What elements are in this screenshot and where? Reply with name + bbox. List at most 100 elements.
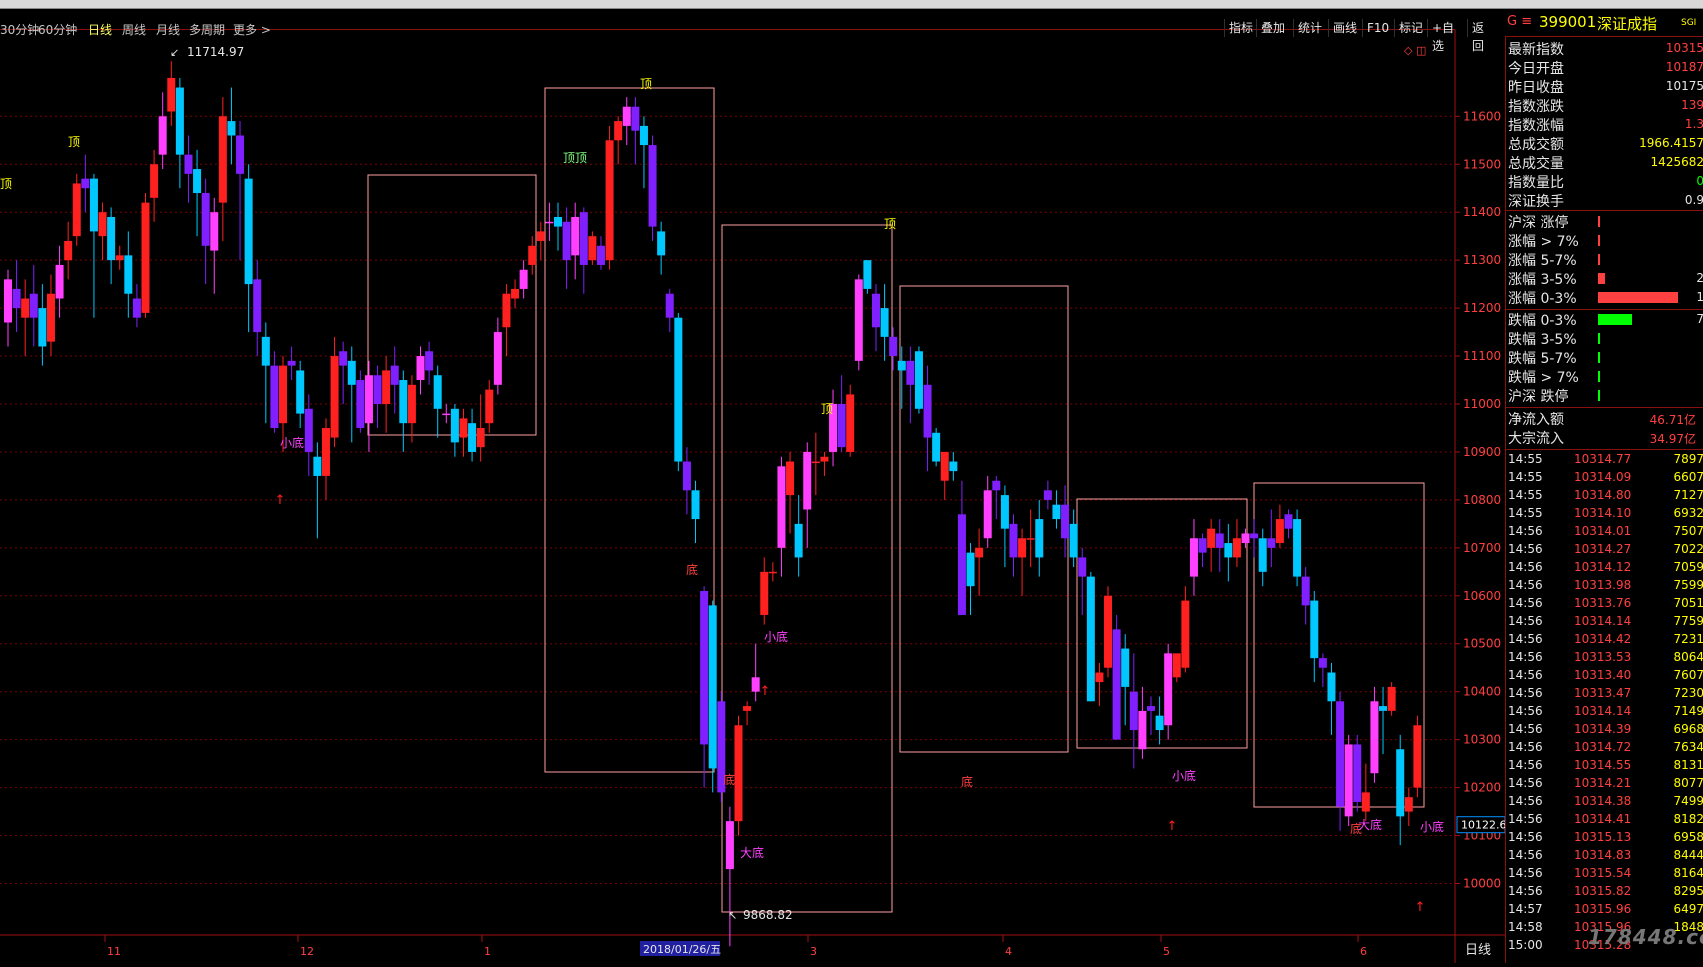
candle bbox=[1284, 509, 1293, 539]
candle bbox=[786, 451, 795, 534]
candle-body bbox=[373, 375, 382, 404]
breadth-bar bbox=[1598, 371, 1600, 382]
stat-row: 昨日收盘 10175 bbox=[1506, 77, 1703, 96]
candle bbox=[485, 380, 494, 433]
candle bbox=[502, 284, 511, 357]
candle bbox=[244, 164, 253, 333]
y-tick-label: 10200 bbox=[1463, 781, 1501, 795]
signal-marker: 顶 bbox=[68, 135, 80, 149]
instrument-badge: SGI bbox=[1681, 18, 1697, 28]
tick-row: 14:57 10315.96 6497 bbox=[1506, 902, 1703, 920]
stat-label: 最新指数 bbox=[1508, 42, 1564, 58]
divider bbox=[1506, 309, 1703, 310]
candle bbox=[1396, 734, 1405, 846]
breadth-bar bbox=[1598, 333, 1600, 344]
candle-body bbox=[743, 706, 752, 711]
candle bbox=[468, 408, 477, 462]
flow-row: 净流入额 46.71亿 bbox=[1506, 409, 1703, 428]
candle bbox=[983, 475, 992, 548]
y-tick-label: 11500 bbox=[1463, 157, 1501, 171]
x-tick-label: 6 bbox=[1360, 945, 1367, 958]
candle bbox=[1250, 519, 1259, 558]
low-pointer-icon: ↖ bbox=[728, 909, 737, 922]
stat-label: 指数涨跌 bbox=[1508, 99, 1564, 115]
candle-body bbox=[416, 356, 425, 381]
y-tick-label: 11200 bbox=[1463, 301, 1501, 315]
candle-body bbox=[1018, 538, 1027, 558]
tick-time: 14:55 bbox=[1508, 488, 1543, 502]
candle-body bbox=[511, 288, 520, 299]
tick-volume: 7499 bbox=[1673, 794, 1703, 808]
candle-body bbox=[459, 418, 468, 438]
tick-row: 14:56 10314.39 6968 bbox=[1506, 722, 1703, 740]
candle bbox=[1043, 480, 1052, 510]
candle bbox=[1009, 514, 1018, 577]
candle bbox=[210, 197, 219, 294]
candle bbox=[1069, 509, 1078, 568]
tick-row: 14:56 10314.14 7759 bbox=[1506, 614, 1703, 632]
stat-value: 1425682 bbox=[1650, 155, 1703, 169]
signal-marker: 顶 bbox=[0, 177, 12, 191]
candle bbox=[1189, 519, 1198, 596]
candle-body bbox=[210, 212, 219, 251]
candle bbox=[261, 322, 270, 424]
candle-body bbox=[313, 456, 322, 476]
candle bbox=[871, 284, 880, 352]
tick-price: 10313.53 bbox=[1574, 650, 1632, 664]
tick-row: 14:56 10315.82 8295 bbox=[1506, 884, 1703, 902]
tick-price: 10313.76 bbox=[1574, 596, 1632, 610]
stat-label: 指数量比 bbox=[1508, 175, 1564, 191]
candle bbox=[1344, 734, 1353, 826]
candle bbox=[1129, 653, 1138, 769]
tick-time: 14:56 bbox=[1508, 650, 1543, 664]
tick-price: 10314.14 bbox=[1574, 614, 1632, 628]
y-tick-label: 10600 bbox=[1463, 589, 1501, 603]
candle bbox=[1387, 682, 1396, 716]
stat-value: 1966.4157 bbox=[1639, 136, 1703, 150]
candle-body bbox=[29, 293, 38, 318]
breadth-row: 涨幅 5-7% bbox=[1506, 250, 1703, 269]
candle bbox=[81, 154, 90, 213]
candle bbox=[914, 346, 923, 414]
instrument-menu-icon[interactable]: G ≡ bbox=[1507, 14, 1532, 29]
candle bbox=[751, 643, 760, 702]
candle bbox=[227, 87, 236, 165]
candle-body bbox=[1138, 710, 1147, 750]
candle-body bbox=[1155, 715, 1164, 731]
candle bbox=[55, 245, 64, 318]
candle-body bbox=[476, 427, 485, 448]
tick-time: 14:55 bbox=[1508, 452, 1543, 466]
tick-row: 14:56 10314.42 7231 bbox=[1506, 632, 1703, 650]
candle-body bbox=[871, 293, 880, 328]
candle bbox=[132, 284, 141, 328]
tick-price: 10314.10 bbox=[1574, 506, 1632, 520]
divider bbox=[1506, 449, 1703, 450]
tick-row: 14:56 10314.14 7149 bbox=[1506, 704, 1703, 722]
candle bbox=[364, 360, 373, 452]
candle-body bbox=[407, 384, 416, 424]
candle-body bbox=[279, 365, 288, 424]
candle bbox=[820, 451, 829, 476]
breadth-label: 涨幅 > 7% bbox=[1508, 234, 1579, 250]
instrument-code: 399001 bbox=[1539, 13, 1597, 31]
candle-body bbox=[957, 514, 966, 615]
candle bbox=[425, 341, 434, 385]
tick-volume: 7051 bbox=[1673, 596, 1703, 610]
candle bbox=[906, 346, 915, 424]
candle bbox=[399, 370, 408, 452]
candle-body bbox=[124, 255, 133, 294]
candle bbox=[992, 475, 1001, 520]
tick-time: 14:55 bbox=[1508, 506, 1543, 520]
candle-body bbox=[150, 164, 159, 198]
candle bbox=[966, 543, 975, 615]
candle bbox=[1413, 715, 1422, 798]
candle-body bbox=[1267, 538, 1276, 548]
tick-price: 10314.27 bbox=[1574, 542, 1632, 556]
stat-value: 0.9 bbox=[1684, 193, 1703, 207]
buy-arrow-icon: ↑ bbox=[1167, 819, 1178, 834]
candle-body bbox=[72, 183, 81, 237]
pattern-box bbox=[544, 87, 715, 773]
tick-volume: 7149 bbox=[1673, 704, 1703, 718]
tick-row: 14:56 10314.72 7634 bbox=[1506, 740, 1703, 758]
kline-chart[interactable]: 11600 11500 11400 11300 11200 11100 11000 10900… bbox=[0, 30, 1507, 965]
